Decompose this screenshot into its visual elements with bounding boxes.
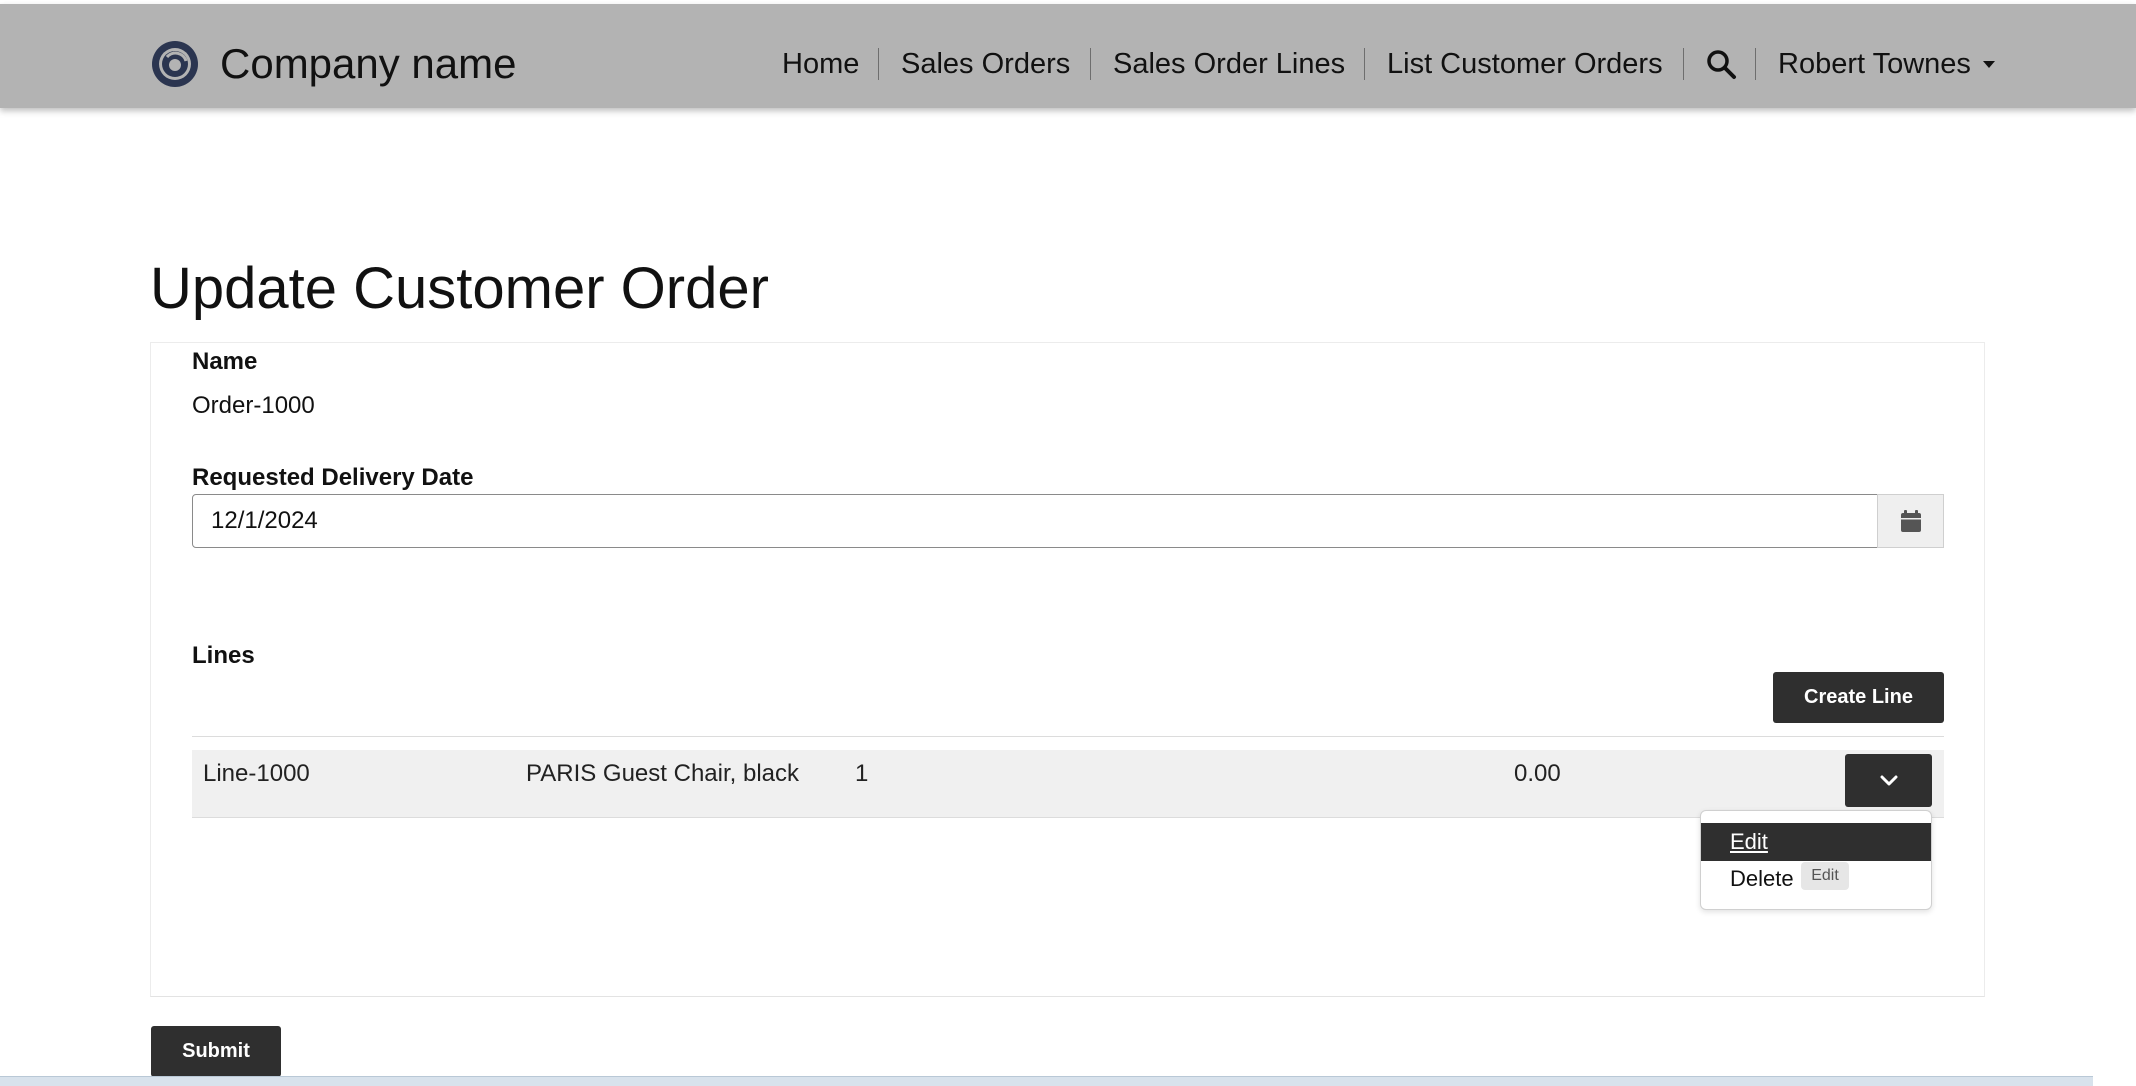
user-menu[interactable]: Robert Townes bbox=[1778, 48, 1995, 81]
top-navbar: Company name Home Sales Orders Sales Ord… bbox=[0, 4, 2136, 108]
row-actions-menu: Edit Delete bbox=[1700, 810, 1932, 910]
edit-tooltip: Edit bbox=[1801, 862, 1849, 890]
page-title: Update Customer Order bbox=[150, 256, 769, 321]
brand-name: Company name bbox=[220, 40, 517, 87]
delivery-date-label: Requested Delivery Date bbox=[192, 464, 474, 491]
nav-item-sales-order-lines[interactable]: Sales Order Lines bbox=[1113, 48, 1345, 81]
line-amount-cell: 0.00 bbox=[1514, 760, 1561, 787]
nav-item-list-customer-orders[interactable]: List Customer Orders bbox=[1387, 48, 1663, 81]
nav-separator bbox=[1090, 48, 1091, 80]
company-logo-icon bbox=[152, 41, 198, 87]
row-actions-toggle[interactable] bbox=[1845, 754, 1932, 807]
lines-label: Lines bbox=[192, 642, 255, 669]
line-name-cell: Line-1000 bbox=[203, 760, 310, 787]
name-value: Order-1000 bbox=[192, 392, 315, 419]
create-line-button[interactable]: Create Line bbox=[1773, 672, 1944, 723]
line-product-cell: PARIS Guest Chair, black bbox=[526, 760, 799, 787]
table-row[interactable]: Line-1000 PARIS Guest Chair, black 1 0.0… bbox=[192, 750, 1944, 818]
calendar-icon bbox=[1900, 510, 1921, 532]
nav-item-home[interactable]: Home bbox=[782, 48, 859, 81]
brand[interactable]: Company name bbox=[150, 34, 516, 94]
chevron-down-icon bbox=[1880, 775, 1897, 785]
name-label: Name bbox=[192, 348, 258, 375]
lines-divider bbox=[192, 736, 1944, 737]
menu-item-edit[interactable]: Edit bbox=[1701, 823, 1931, 861]
nav-item-sales-orders[interactable]: Sales Orders bbox=[901, 48, 1070, 81]
user-name: Robert Townes bbox=[1778, 47, 1971, 80]
delivery-date-input[interactable] bbox=[192, 494, 1878, 548]
nav-separator bbox=[1364, 48, 1365, 80]
line-quantity-cell: 1 bbox=[855, 760, 869, 787]
nav-separator bbox=[1683, 48, 1684, 80]
search-icon[interactable] bbox=[1705, 48, 1737, 80]
nav-separator bbox=[1755, 48, 1756, 80]
caret-down-icon bbox=[1982, 61, 1995, 69]
submit-button[interactable]: Submit bbox=[151, 1026, 281, 1077]
calendar-button[interactable] bbox=[1877, 494, 1944, 548]
nav-separator bbox=[878, 48, 879, 80]
